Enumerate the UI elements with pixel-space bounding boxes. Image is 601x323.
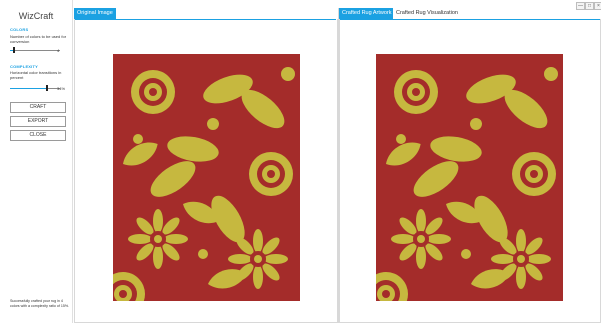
craft-button[interactable]: CRAFT: [10, 102, 66, 113]
complexity-slider-thumb[interactable]: [46, 85, 48, 91]
close-button[interactable]: CLOSE: [10, 130, 66, 141]
crafted-image: [376, 54, 563, 301]
sidebar: WizCraft COLORS Number of colors to be u…: [0, 0, 73, 323]
complexity-heading: COMPLEXITY: [10, 64, 39, 69]
colors-value: 4: [57, 48, 60, 53]
complexity-description: Horizontal color transitions in percent: [10, 70, 62, 80]
app-title: WizCraft: [18, 11, 54, 21]
close-icon[interactable]: ×: [594, 2, 601, 10]
tab-crafted-rug-artwork[interactable]: Crafted Rug Artwork: [339, 8, 395, 19]
status-message: Successfully crafted your rug in 4 color…: [10, 299, 70, 308]
colors-slider-track: [10, 49, 60, 51]
colors-slider[interactable]: [10, 47, 60, 53]
complexity-value: 34%: [57, 86, 66, 91]
original-image: [113, 54, 300, 301]
complexity-slider-fill: [10, 87, 46, 89]
floral-pattern-crafted: [376, 54, 563, 301]
maximize-icon[interactable]: □: [585, 2, 594, 10]
floral-pattern-original: [113, 54, 300, 301]
complexity-slider[interactable]: [10, 85, 60, 91]
minimize-icon[interactable]: —: [576, 2, 585, 10]
tab-original-image[interactable]: Original Image: [74, 8, 116, 19]
colors-description: Number of colors to be used for conversi…: [10, 34, 67, 44]
colors-slider-thumb[interactable]: [13, 47, 15, 53]
export-button[interactable]: EXPORT: [10, 116, 66, 127]
tab-crafted-rug-visualization[interactable]: Crafted Rug Visualization: [393, 8, 461, 19]
colors-heading: COLORS: [10, 27, 29, 32]
